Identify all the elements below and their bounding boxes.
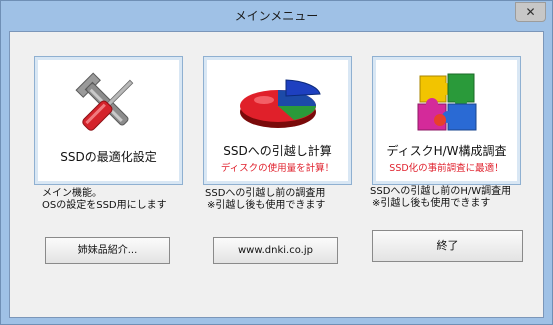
window-title: メインメニュー xyxy=(234,9,319,23)
survey-description: SSDへの引越し前のH/W調査用 ※引越し後も使用できます xyxy=(370,186,511,210)
migrate-calc-sublabel: ディスクの使用量を計算！ xyxy=(220,163,335,174)
description-line: ※引越し後も使用できます xyxy=(207,200,326,211)
client-area: SSDの最適化設定 SSDへの引越し計算 ディスクの使用量を計算！ ディスクH/… xyxy=(9,31,544,318)
puzzle-icon xyxy=(417,73,477,131)
description-line: メイン機能。 xyxy=(42,188,102,199)
main-menu-window: メインメニュー ✕ SSDの最適化設定 SSDへの引越し計算 ディスクの使用量を… xyxy=(0,0,553,325)
migrate-calc-label: SSDへの引越し計算 xyxy=(223,144,332,158)
description-line: OSの設定をSSD用にします xyxy=(42,200,167,211)
hw-survey-button-face: ディスクH/W構成調査 SSD化の事前調査に最適！ xyxy=(376,60,517,181)
optimize-ssd-label: SSDの最適化設定 xyxy=(60,150,157,164)
migrate-description: SSDへの引越し前の調査用 ※引越し後も使用できます xyxy=(205,188,325,212)
description-line: SSDへの引越し前の調査用 xyxy=(205,188,326,199)
tools-icon xyxy=(75,72,134,131)
hw-survey-label: ディスクH/W構成調査 xyxy=(386,144,507,158)
migrate-calc-button-face: SSDへの引越し計算 ディスクの使用量を計算！ xyxy=(207,60,348,181)
exit-button[interactable]: 終了 xyxy=(372,230,523,262)
description-line: ※引越し後も使用できます xyxy=(372,198,491,209)
hw-survey-sublabel: SSD化の事前調査に最適！ xyxy=(389,163,504,174)
migrate-calc-button[interactable]: SSDへの引越し計算 ディスクの使用量を計算！ xyxy=(203,56,352,185)
description-line: SSDへの引越し前のH/W調査用 xyxy=(370,186,512,197)
hw-survey-button[interactable]: ディスクH/W構成調査 SSD化の事前調査に最適！ xyxy=(372,56,521,185)
sister-products-button[interactable]: 姉妹品紹介... xyxy=(45,237,170,264)
optimize-ssd-button-face: SSDの最適化設定 xyxy=(38,60,179,181)
optimize-description: メイン機能。 OSの設定をSSD用にします xyxy=(42,188,167,212)
pie-chart-icon xyxy=(240,79,321,128)
close-button[interactable]: ✕ xyxy=(515,2,546,22)
optimize-ssd-button[interactable]: SSDの最適化設定 xyxy=(34,56,183,185)
website-link-button[interactable]: www.dnki.co.jp xyxy=(213,237,338,264)
